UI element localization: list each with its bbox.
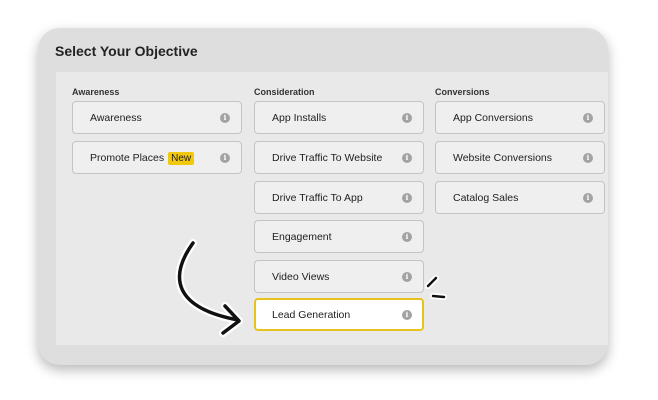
option-label: Website Conversions: [453, 152, 553, 164]
objective-promote-places[interactable]: Promote Places New i: [72, 141, 242, 174]
objective-lead-generation[interactable]: Lead Generation i: [254, 298, 424, 331]
objective-drive-traffic-to-app[interactable]: Drive Traffic To App i: [254, 181, 424, 214]
option-label: Lead Generation: [272, 309, 351, 321]
column-heading-conversions: Conversions: [435, 87, 490, 97]
info-icon[interactable]: i: [583, 193, 593, 203]
objective-website-conversions[interactable]: Website Conversions i: [435, 141, 605, 174]
info-icon[interactable]: i: [402, 310, 412, 320]
option-label: Awareness: [90, 112, 142, 124]
objective-app-installs[interactable]: App Installs i: [254, 101, 424, 134]
option-label-text: Promote Places: [90, 152, 165, 164]
info-icon[interactable]: i: [220, 153, 230, 163]
info-icon[interactable]: i: [402, 232, 412, 242]
objective-video-views[interactable]: Video Views i: [254, 260, 424, 293]
info-icon[interactable]: i: [220, 113, 230, 123]
option-label: Drive Traffic To Website: [272, 152, 383, 164]
info-icon[interactable]: i: [402, 153, 412, 163]
objective-drive-traffic-to-website[interactable]: Drive Traffic To Website i: [254, 141, 424, 174]
info-icon[interactable]: i: [402, 272, 412, 282]
objective-app-conversions[interactable]: App Conversions i: [435, 101, 605, 134]
page-title: Select Your Objective: [55, 43, 198, 59]
info-icon[interactable]: i: [583, 153, 593, 163]
option-label: Video Views: [272, 271, 330, 283]
new-badge: New: [168, 152, 195, 165]
option-label: Engagement: [272, 231, 332, 243]
info-icon[interactable]: i: [583, 113, 593, 123]
objective-engagement[interactable]: Engagement i: [254, 220, 424, 253]
column-heading-consideration: Consideration: [254, 87, 315, 97]
option-label: Drive Traffic To App: [272, 192, 363, 204]
objective-card: Select Your Objective Awareness Consider…: [38, 28, 608, 365]
info-icon[interactable]: i: [402, 193, 412, 203]
option-label: App Conversions: [453, 112, 533, 124]
column-heading-awareness: Awareness: [72, 87, 120, 97]
option-label: Catalog Sales: [453, 192, 519, 204]
info-icon[interactable]: i: [402, 113, 412, 123]
option-label: Promote Places New: [90, 152, 195, 165]
objective-awareness[interactable]: Awareness i: [72, 101, 242, 134]
objective-catalog-sales[interactable]: Catalog Sales i: [435, 181, 605, 214]
option-label: App Installs: [272, 112, 327, 124]
